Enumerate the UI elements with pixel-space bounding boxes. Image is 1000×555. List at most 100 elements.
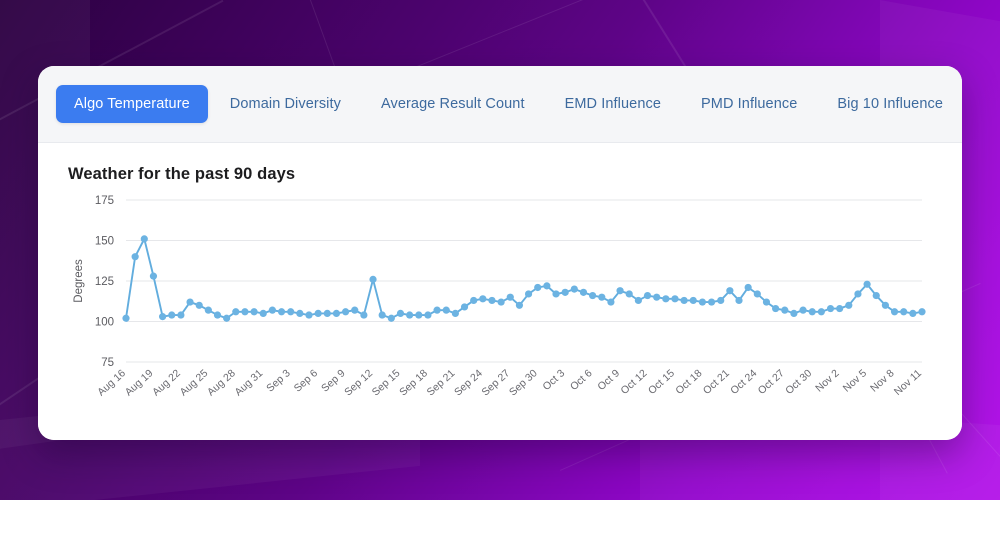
data-point[interactable] <box>634 296 642 305</box>
tab-algo-temperature[interactable]: Algo Temperature <box>56 85 208 123</box>
x-axis-tick-label: Sep 12 <box>342 367 375 398</box>
x-axis-tick-label: Aug 25 <box>178 367 211 398</box>
data-point[interactable] <box>790 309 798 317</box>
data-point[interactable] <box>360 311 368 319</box>
data-point[interactable] <box>726 287 734 295</box>
data-point[interactable] <box>561 288 569 296</box>
data-point[interactable] <box>406 311 414 319</box>
data-point[interactable] <box>680 296 688 305</box>
data-point[interactable] <box>305 311 313 319</box>
data-point[interactable] <box>387 314 395 322</box>
data-point[interactable] <box>369 275 377 283</box>
data-point[interactable] <box>488 296 496 305</box>
data-point[interactable] <box>854 290 862 298</box>
data-point[interactable] <box>131 253 139 261</box>
data-point[interactable] <box>881 301 890 309</box>
data-point[interactable] <box>826 304 835 313</box>
data-point[interactable] <box>213 311 222 319</box>
data-point[interactable] <box>570 285 578 293</box>
data-point[interactable] <box>836 304 844 313</box>
data-point[interactable] <box>442 306 450 314</box>
data-point[interactable] <box>122 314 130 322</box>
data-point[interactable] <box>470 296 478 305</box>
data-point[interactable] <box>799 306 807 314</box>
data-point[interactable] <box>479 295 487 303</box>
data-point[interactable] <box>753 290 761 298</box>
data-point[interactable] <box>204 306 212 314</box>
data-point[interactable] <box>552 290 560 298</box>
data-point[interactable] <box>762 298 771 306</box>
data-point[interactable] <box>140 235 148 243</box>
data-point[interactable] <box>415 311 423 319</box>
data-point[interactable] <box>744 283 752 292</box>
data-point[interactable] <box>460 303 469 311</box>
x-axis-tick-label: Nov 2 <box>813 367 842 394</box>
tab-domain-diversity[interactable]: Domain Diversity <box>212 85 359 123</box>
data-point[interactable] <box>351 306 359 314</box>
data-point[interactable] <box>149 272 158 280</box>
data-point[interactable] <box>341 308 350 316</box>
data-point[interactable] <box>268 306 276 314</box>
data-point[interactable] <box>223 314 231 322</box>
data-point[interactable] <box>323 309 331 317</box>
data-point[interactable] <box>433 306 441 314</box>
data-point[interactable] <box>232 308 240 316</box>
data-point[interactable] <box>707 298 716 306</box>
data-point[interactable] <box>625 290 633 298</box>
tab-pmd-influence[interactable]: PMD Influence <box>683 85 815 123</box>
data-point[interactable] <box>497 298 505 306</box>
data-point[interactable] <box>817 308 825 316</box>
data-point[interactable] <box>662 295 670 303</box>
data-point[interactable] <box>159 313 167 321</box>
data-point[interactable] <box>524 290 533 298</box>
data-point[interactable] <box>515 301 524 309</box>
data-point[interactable] <box>808 308 816 316</box>
data-point[interactable] <box>534 283 542 292</box>
data-point[interactable] <box>698 298 707 306</box>
tab-average-result-count[interactable]: Average Result Count <box>363 85 543 123</box>
data-point[interactable] <box>909 309 917 317</box>
data-point[interactable] <box>396 309 405 317</box>
x-axis-tick-label: Sep 3 <box>264 367 293 394</box>
data-point[interactable] <box>259 309 267 317</box>
data-point[interactable] <box>241 308 249 316</box>
data-point[interactable] <box>717 296 725 305</box>
data-point[interactable] <box>296 309 304 317</box>
data-point[interactable] <box>314 309 322 317</box>
tab-big-10-influence[interactable]: Big 10 Influence <box>819 85 961 123</box>
x-axis-tick-label: Oct 21 <box>701 367 732 397</box>
data-point[interactable] <box>781 306 789 314</box>
data-point[interactable] <box>689 296 697 305</box>
data-point[interactable] <box>900 308 908 316</box>
tab-emd-influence[interactable]: EMD Influence <box>547 85 679 123</box>
data-point[interactable] <box>589 291 597 300</box>
data-point[interactable] <box>598 293 606 301</box>
data-point[interactable] <box>506 293 514 301</box>
data-point[interactable] <box>863 280 871 288</box>
data-point[interactable] <box>616 287 624 295</box>
data-point[interactable] <box>653 293 661 301</box>
data-point[interactable] <box>332 309 341 317</box>
data-point[interactable] <box>918 308 926 316</box>
data-point[interactable] <box>277 308 286 316</box>
data-point[interactable] <box>451 309 459 317</box>
data-point[interactable] <box>424 311 432 319</box>
data-point[interactable] <box>168 311 176 319</box>
data-point[interactable] <box>735 296 743 305</box>
data-point[interactable] <box>643 291 652 300</box>
data-point[interactable] <box>543 282 551 290</box>
x-axis-tick-label: Aug 19 <box>123 367 156 398</box>
data-point[interactable] <box>579 288 588 296</box>
data-point[interactable] <box>186 298 194 306</box>
data-point[interactable] <box>607 298 615 306</box>
data-point[interactable] <box>772 304 780 313</box>
data-point[interactable] <box>195 301 203 309</box>
data-point[interactable] <box>177 311 185 319</box>
data-point[interactable] <box>378 311 386 319</box>
data-point[interactable] <box>671 295 679 303</box>
data-point[interactable] <box>872 291 880 300</box>
data-point[interactable] <box>287 308 295 316</box>
data-point[interactable] <box>845 301 853 309</box>
data-point[interactable] <box>250 308 258 316</box>
data-point[interactable] <box>890 308 899 316</box>
